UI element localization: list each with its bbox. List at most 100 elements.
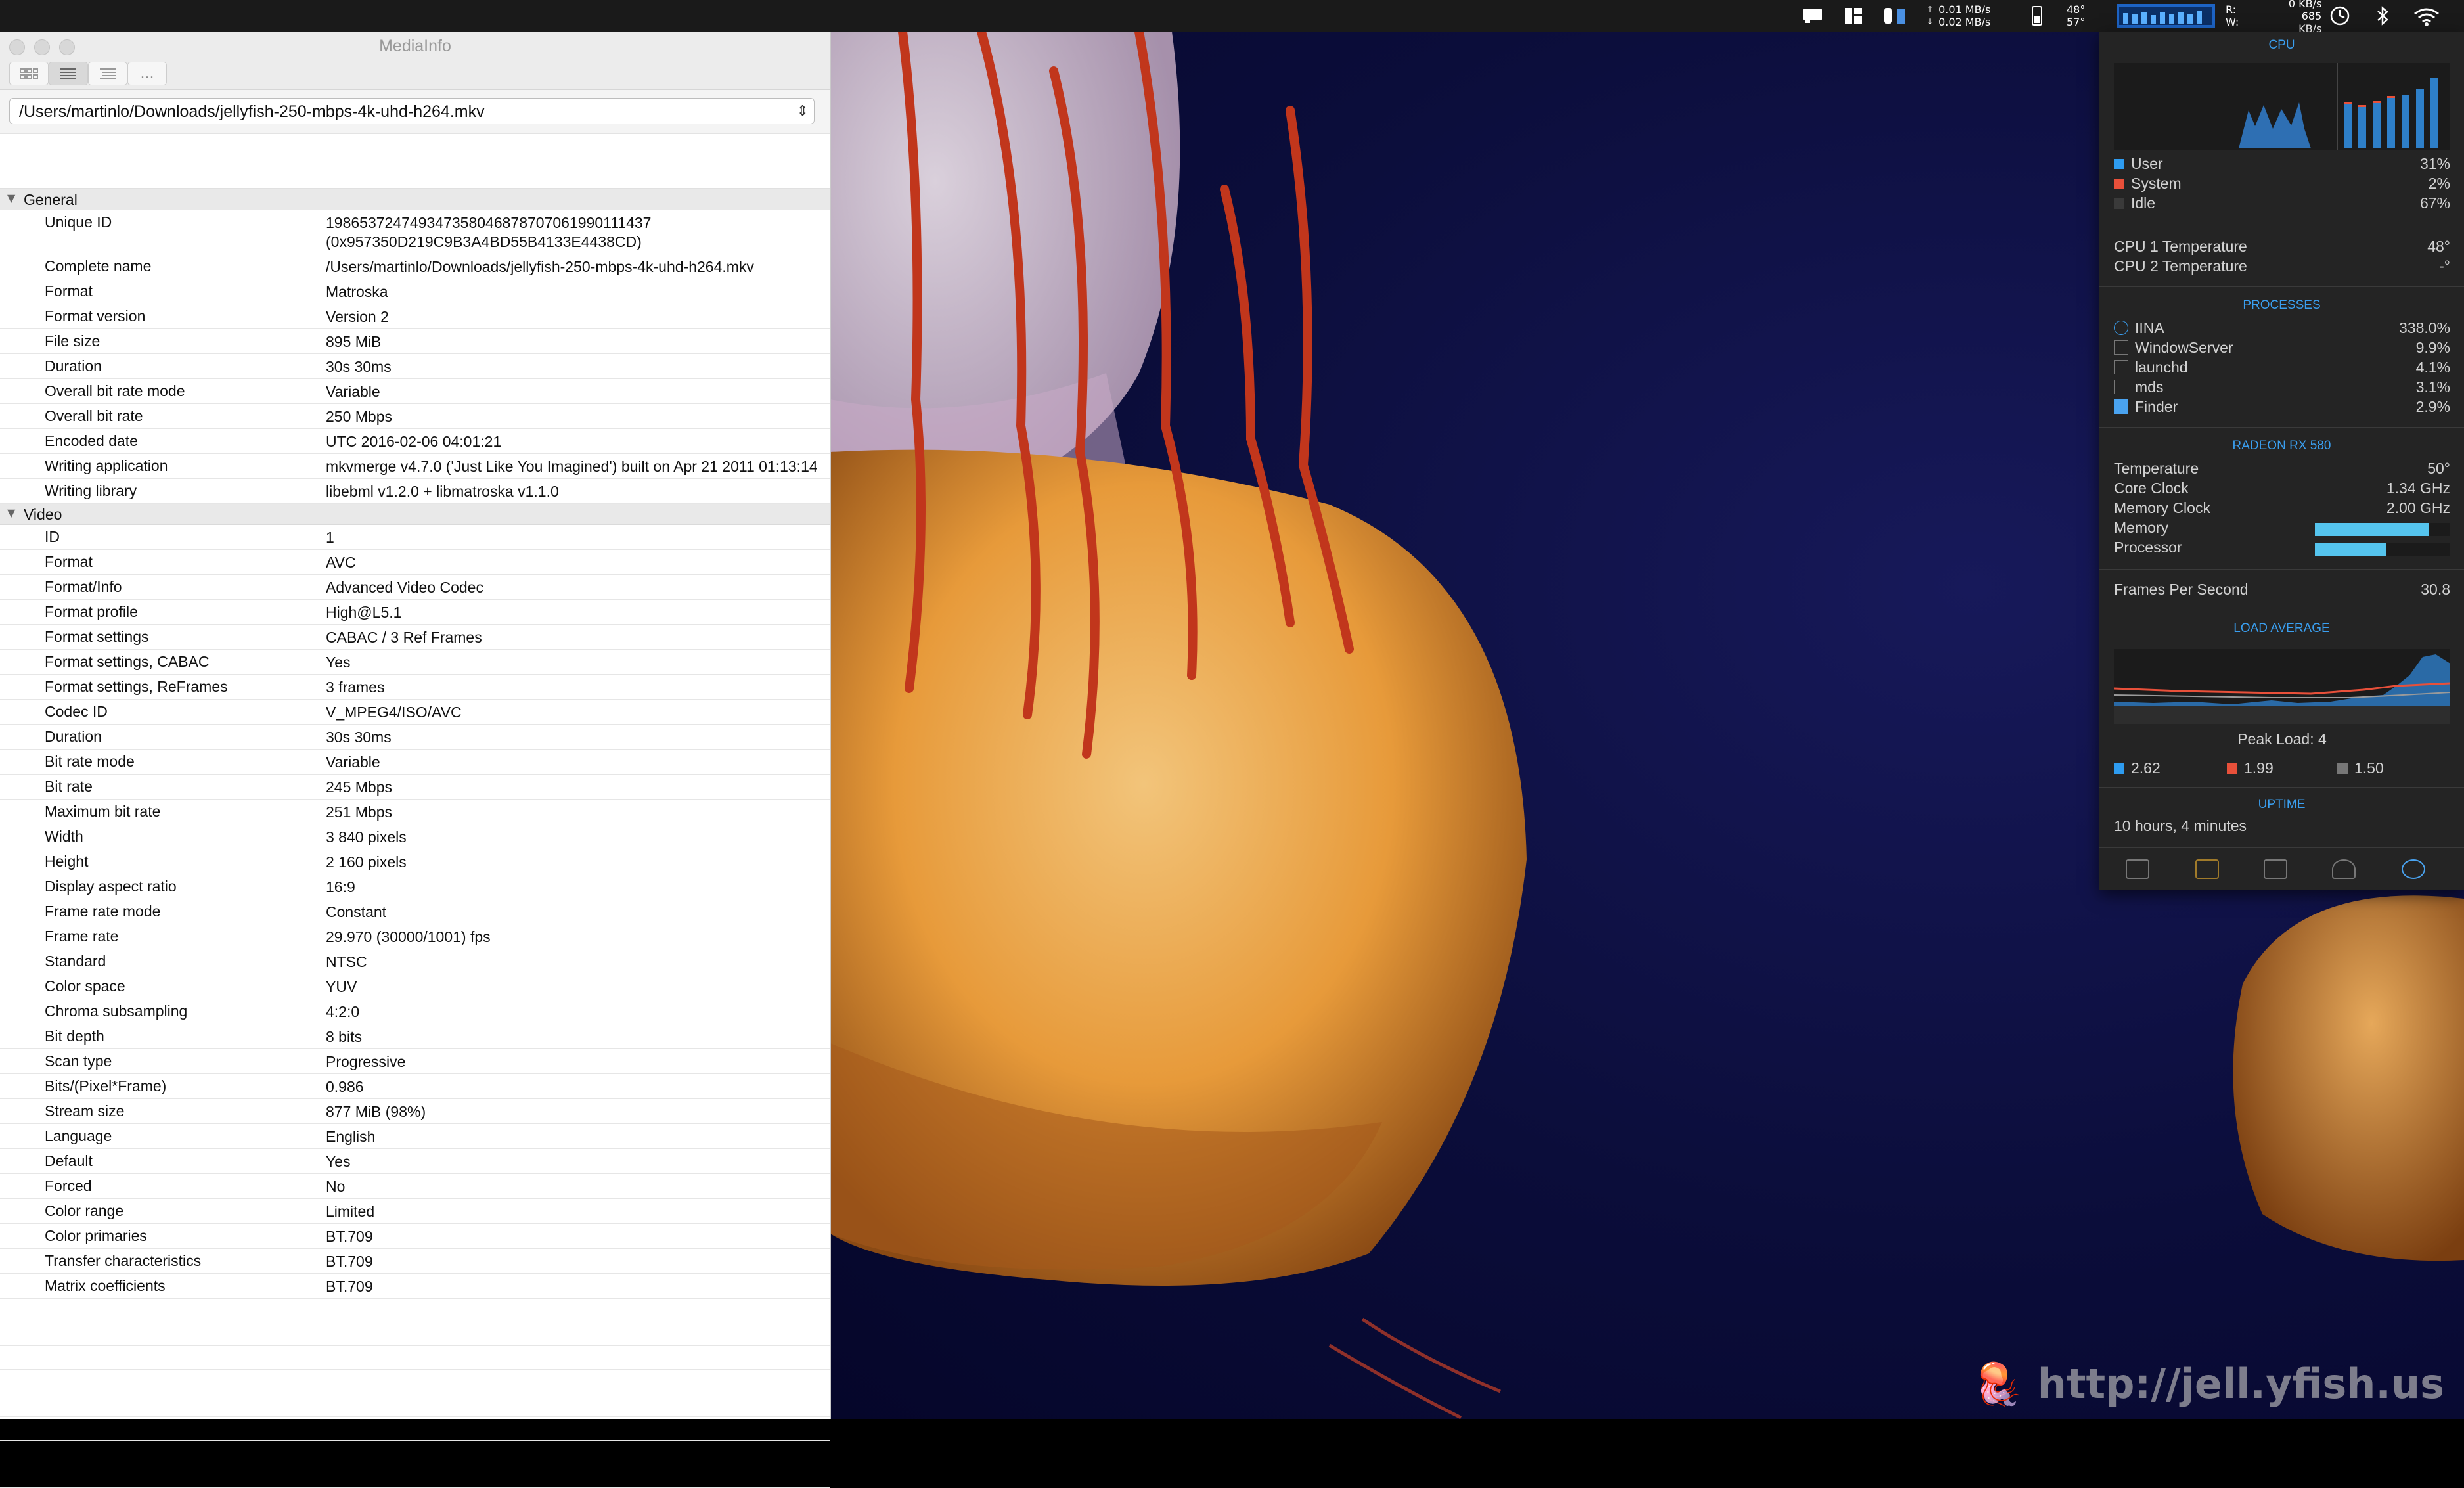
menu-bar: ↑ ↓ 0.01 MB/s 0.02 MB/s 48° 57° R: W: 0 KB/s… <box>0 0 2464 35</box>
table-row[interactable]: Complete name/Users/martinlo/Downloads/j… <box>0 254 830 279</box>
section-general[interactable]: ▼ General <box>0 189 830 210</box>
table-row[interactable]: Format profile High@L5.1 <box>0 600 830 625</box>
property-value: Variable <box>326 383 380 400</box>
network-indicator[interactable]: ↑ ↓ 0.01 MB/s 0.02 MB/s <box>1927 0 1990 32</box>
battery-icon[interactable] <box>2030 0 2044 32</box>
table-row[interactable]: Format settings CABAC / 3 Ref Frames <box>0 625 830 650</box>
peak-load-label: Peak Load: 4 <box>2237 731 2327 748</box>
table-row[interactable]: Format/Info Advanced Video Codec <box>0 575 830 600</box>
table-row[interactable]: Matrix coefficients BT.709 <box>0 1274 830 1299</box>
view-tree-button[interactable] <box>88 62 127 85</box>
table-row[interactable]: Frame rate mode Constant <box>0 899 830 924</box>
table-row[interactable]: Height 2 160 pixels <box>0 849 830 874</box>
disclosure-triangle-icon[interactable]: ▼ <box>7 507 15 519</box>
cpu-user-row: User 31% <box>2114 155 2450 175</box>
table-row[interactable]: File size 895 MiB <box>0 329 830 354</box>
table-row[interactable]: ID 1 <box>0 525 830 550</box>
disk-activity-indicator[interactable]: R: W: 0 KB/s 685 KB/s <box>2226 0 2321 35</box>
property-value: Yes <box>326 654 351 671</box>
property-value: 16:9 <box>326 878 355 895</box>
process-row[interactable]: launchd 4.1% <box>2114 359 2450 378</box>
time-machine-icon[interactable] <box>2328 0 2352 32</box>
bluetooth-icon[interactable] <box>2374 0 2391 32</box>
table-row[interactable]: Duration 30s 30ms <box>0 354 830 379</box>
table-row[interactable]: Duration 30s 30ms <box>0 725 830 750</box>
table-row[interactable]: Color range Limited <box>0 1199 830 1224</box>
property-name: Frame rate mode <box>45 903 161 920</box>
table-row[interactable]: Default Yes <box>0 1149 830 1174</box>
table-row[interactable]: Writing library libebml v1.2.0 + libmatro… <box>0 479 830 504</box>
memory-icon[interactable] <box>1883 0 1909 32</box>
view-sheet-button[interactable] <box>49 62 88 85</box>
terminal-icon[interactable] <box>2264 859 2287 879</box>
fps-row: Frames Per Second 30.8 <box>2114 581 2450 598</box>
table-row[interactable]: Writing application mkvmerge v4.7.0 ('Jus… <box>0 454 830 479</box>
table-row[interactable]: Frame rate 29.970 (30000/1001) fps <box>0 924 830 949</box>
property-value: Progressive <box>326 1053 406 1070</box>
grid-icon[interactable] <box>1843 0 1863 32</box>
table-row[interactable]: Width 3 840 pixels <box>0 824 830 849</box>
table-row[interactable]: Overall bit rate mode Variable <box>0 379 830 404</box>
process-row[interactable]: Finder 2.9% <box>2114 398 2450 418</box>
table-row[interactable]: Format Matroska <box>0 279 830 304</box>
disclosure-triangle-icon[interactable]: ▼ <box>7 192 15 204</box>
temperature-indicator[interactable]: 48° 57° <box>2067 0 2085 32</box>
wifi-icon[interactable] <box>2412 0 2441 32</box>
section-video[interactable]: ▼ Video <box>0 504 830 525</box>
disk-utility-icon[interactable] <box>2332 859 2356 879</box>
cpu-menu-graph[interactable] <box>2117 0 2215 32</box>
section-label: Video <box>24 506 62 523</box>
view-easy-button[interactable] <box>9 62 49 85</box>
property-value: V_MPEG4/ISO/AVC <box>326 704 462 721</box>
table-row[interactable]: Forced No <box>0 1174 830 1199</box>
table-row[interactable]: Format settings, CABAC Yes <box>0 650 830 675</box>
table-row[interactable]: Transfer characteristics BT.709 <box>0 1249 830 1274</box>
property-name: ID <box>45 528 60 545</box>
table-row[interactable]: Bits/(Pixel*Frame) 0.986 <box>0 1074 830 1099</box>
process-row[interactable]: mds 3.1% <box>2114 378 2450 398</box>
table-row[interactable]: Bit rate mode Variable <box>0 750 830 775</box>
table-row[interactable]: Bit depth 8 bits <box>0 1024 830 1049</box>
property-value: mkvmerge v4.7.0 ('Just Like You Imagined… <box>326 458 818 475</box>
property-name: File size <box>45 332 101 349</box>
table-row[interactable]: Unique ID 1986537247493473580468787070619… <box>0 210 830 254</box>
istat-preferences-icon[interactable] <box>2402 859 2425 879</box>
property-name: Codec ID <box>45 703 108 720</box>
file-path-label: /Users/martinlo/Downloads/jellyfish-250-… <box>19 102 485 121</box>
table-row[interactable]: Bit rate 245 Mbps <box>0 775 830 800</box>
table-row[interactable]: Chroma subsampling 4:2:0 <box>0 999 830 1024</box>
property-value: 895 MiB <box>326 333 382 350</box>
table-row[interactable]: Encoded date UTC 2016-02-06 04:01:21 <box>0 429 830 454</box>
table-row[interactable]: Display aspect ratio 16:9 <box>0 874 830 899</box>
property-value: Matroska <box>326 283 388 300</box>
console-icon[interactable] <box>2195 859 2219 879</box>
table-row[interactable]: Language English <box>0 1124 830 1149</box>
more-button[interactable]: ... <box>127 62 167 85</box>
property-value: NTSC <box>326 953 367 970</box>
table-row[interactable]: Maximum bit rate 251 Mbps <box>0 800 830 824</box>
table-row[interactable]: Scan type Progressive <box>0 1049 830 1074</box>
property-name: Standard <box>45 953 106 970</box>
video-rows: ID 1 Format AVC Format/Info Advanced Video Co… <box>0 525 830 1299</box>
table-row[interactable]: Standard NTSC <box>0 949 830 974</box>
table-row[interactable]: Codec ID V_MPEG4/ISO/AVC <box>0 700 830 725</box>
property-name: Writing application <box>45 457 168 474</box>
table-row[interactable]: Format settings, ReFrames 3 frames <box>0 675 830 700</box>
process-row[interactable]: IINA 338.0% <box>2114 319 2450 339</box>
table-row[interactable]: Overall bit rate 250 Mbps <box>0 404 830 429</box>
path-row: /Users/martinlo/Downloads/jellyfish-250-… <box>0 90 830 134</box>
activity-monitor-icon[interactable] <box>2126 859 2149 879</box>
table-row[interactable]: Format AVC <box>0 550 830 575</box>
cpu-idle-row: Idle 67% <box>2114 194 2450 214</box>
property-name: Color range <box>45 1202 124 1219</box>
table-row[interactable]: Color space YUV <box>0 974 830 999</box>
process-row[interactable]: WindowServer 9.9% <box>2114 339 2450 359</box>
load-average-graph <box>2114 649 2450 724</box>
property-value: 251 Mbps <box>326 803 393 821</box>
notification-icon[interactable] <box>1801 0 1824 32</box>
table-row[interactable]: Format version Version 2 <box>0 304 830 329</box>
file-path-popup[interactable]: /Users/martinlo/Downloads/jellyfish-250-… <box>9 98 815 124</box>
property-name: Format profile <box>45 603 138 620</box>
table-row[interactable]: Color primaries BT.709 <box>0 1224 830 1249</box>
table-row[interactable]: Stream size 877 MiB (98%) <box>0 1099 830 1124</box>
